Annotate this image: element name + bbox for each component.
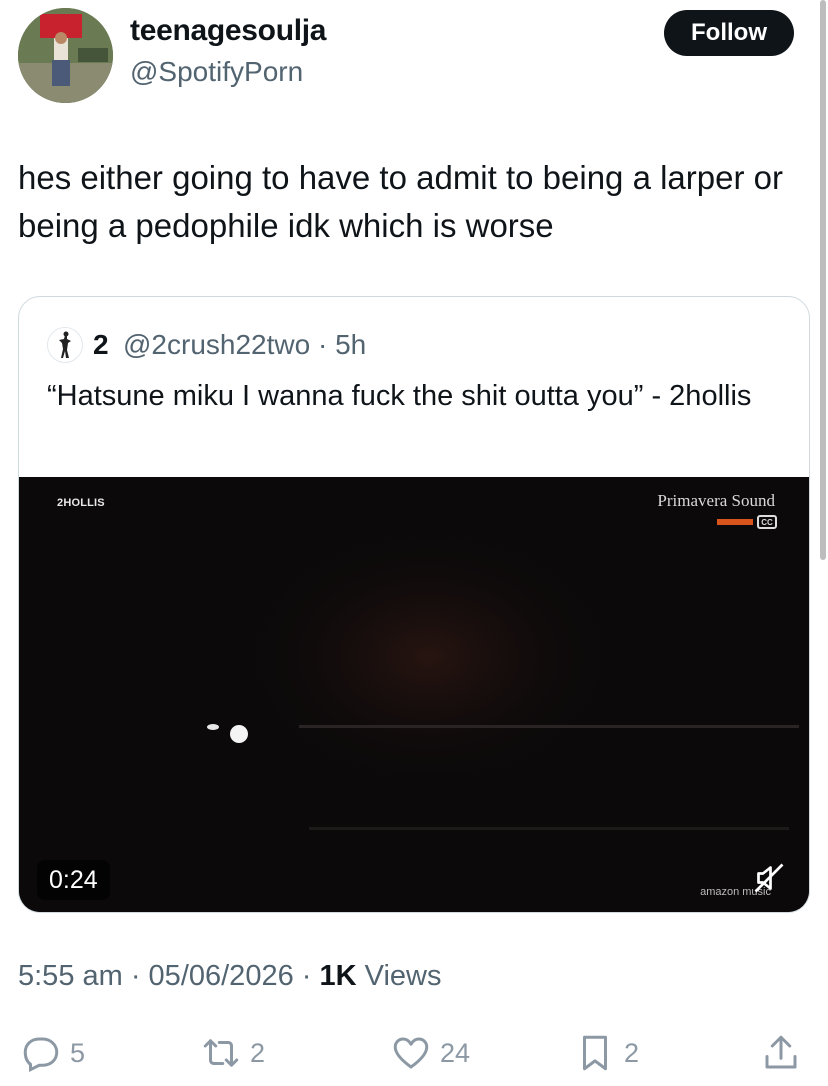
video-player[interactable]: 2HOLLIS Primavera Sound CC 0:24 amazon m… [19,477,809,912]
heart-icon [393,1037,429,1069]
bookmark-button[interactable]: 2 [574,1028,639,1078]
video-brand-label: Primavera Sound [657,491,775,510]
quoted-author-name[interactable]: 2 [93,329,109,361]
action-bar: 5 2 24 2 [0,1028,828,1078]
quoted-tweet-text: “Hatsune miku I wanna fuck the shit outt… [47,380,752,412]
tweet-meta: 5:55 am · 05/06/2026 · 1K Views [18,960,441,993]
brand-bar [717,519,753,525]
like-count: 24 [440,1037,471,1068]
bookmark-icon [583,1035,607,1071]
timestamp[interactable]: 5:55 am · 05/06/2026 · [18,960,319,992]
scrollbar[interactable] [820,0,826,560]
bookmark-count: 2 [624,1037,640,1068]
tweet-text: hes either going to have to admit to bei… [18,159,783,244]
author-avatar[interactable] [18,8,113,103]
author-handle[interactable]: @SpotifyPorn [130,56,303,88]
follow-button[interactable]: Follow [664,10,794,56]
reply-button[interactable]: 5 [20,1028,85,1078]
views-count: 1K [319,960,357,992]
mute-icon[interactable] [751,860,787,896]
tweet-header: teenagesoulja @SpotifyPorn Follow [0,0,828,110]
quoted-tweet[interactable]: 2 @2crush22two · 5h “Hatsune miku I wann… [18,296,810,913]
quoted-author-avatar[interactable] [47,327,83,363]
video-watermark: 2HOLLIS [57,497,105,509]
author-display-name[interactable]: teenagesoulja [130,14,326,48]
repost-count: 2 [250,1037,266,1068]
share-button[interactable] [760,1028,810,1078]
captions-icon[interactable]: CC [757,515,777,529]
video-duration: 0:24 [37,860,110,900]
views-label: Views [356,960,442,992]
video-frame [19,477,809,912]
repost-button[interactable]: 2 [200,1028,265,1078]
like-button[interactable]: 24 [390,1028,470,1078]
reply-count: 5 [70,1037,86,1068]
reply-icon [23,1037,59,1073]
quoted-author-handle[interactable]: @2crush22two · 5h [123,329,366,361]
share-icon [765,1035,797,1069]
repost-icon [203,1039,239,1067]
